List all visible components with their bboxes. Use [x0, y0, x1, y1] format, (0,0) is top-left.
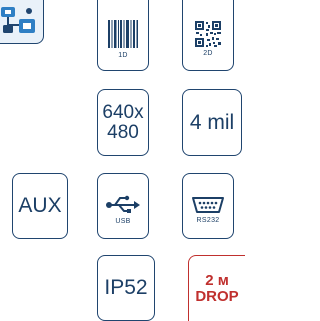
serial-port-icon — [192, 196, 224, 213]
drop-label: DROP — [195, 287, 239, 305]
network-devices-icon — [1, 7, 35, 33]
logo-network-icon — [0, 0, 44, 44]
barcode-2d-label: 2D — [203, 50, 213, 57]
usb-icon — [106, 195, 140, 213]
resolution-label: 640x 480 — [102, 101, 144, 143]
ip-rating-label: IP52 — [104, 276, 148, 299]
rs232-label: RS232 — [196, 216, 220, 224]
barcode-1d-icon — [108, 20, 138, 48]
rs232-tile: RS232 — [182, 173, 234, 239]
usb-label: USB — [115, 217, 131, 225]
aux-tile: AUX — [12, 173, 68, 239]
drop-height-label: 2 м — [205, 271, 229, 289]
min-bar-width-label: 4 mil — [189, 110, 235, 134]
barcode-1d-tile: 1D — [97, 0, 149, 71]
usb-tile: USB — [97, 173, 149, 239]
barcode-1d-label: 1D — [118, 52, 128, 59]
barcode-2d-tile: 2D — [182, 0, 234, 71]
ip-rating-tile: IP52 — [97, 255, 155, 321]
resolution-tile: 640x 480 — [97, 89, 149, 156]
drop-test-tile: 2 м DROP — [188, 255, 245, 321]
aux-label: AUX — [18, 194, 62, 217]
min-bar-width-tile: 4 mil — [182, 89, 242, 156]
qr-code-icon — [195, 21, 221, 47]
